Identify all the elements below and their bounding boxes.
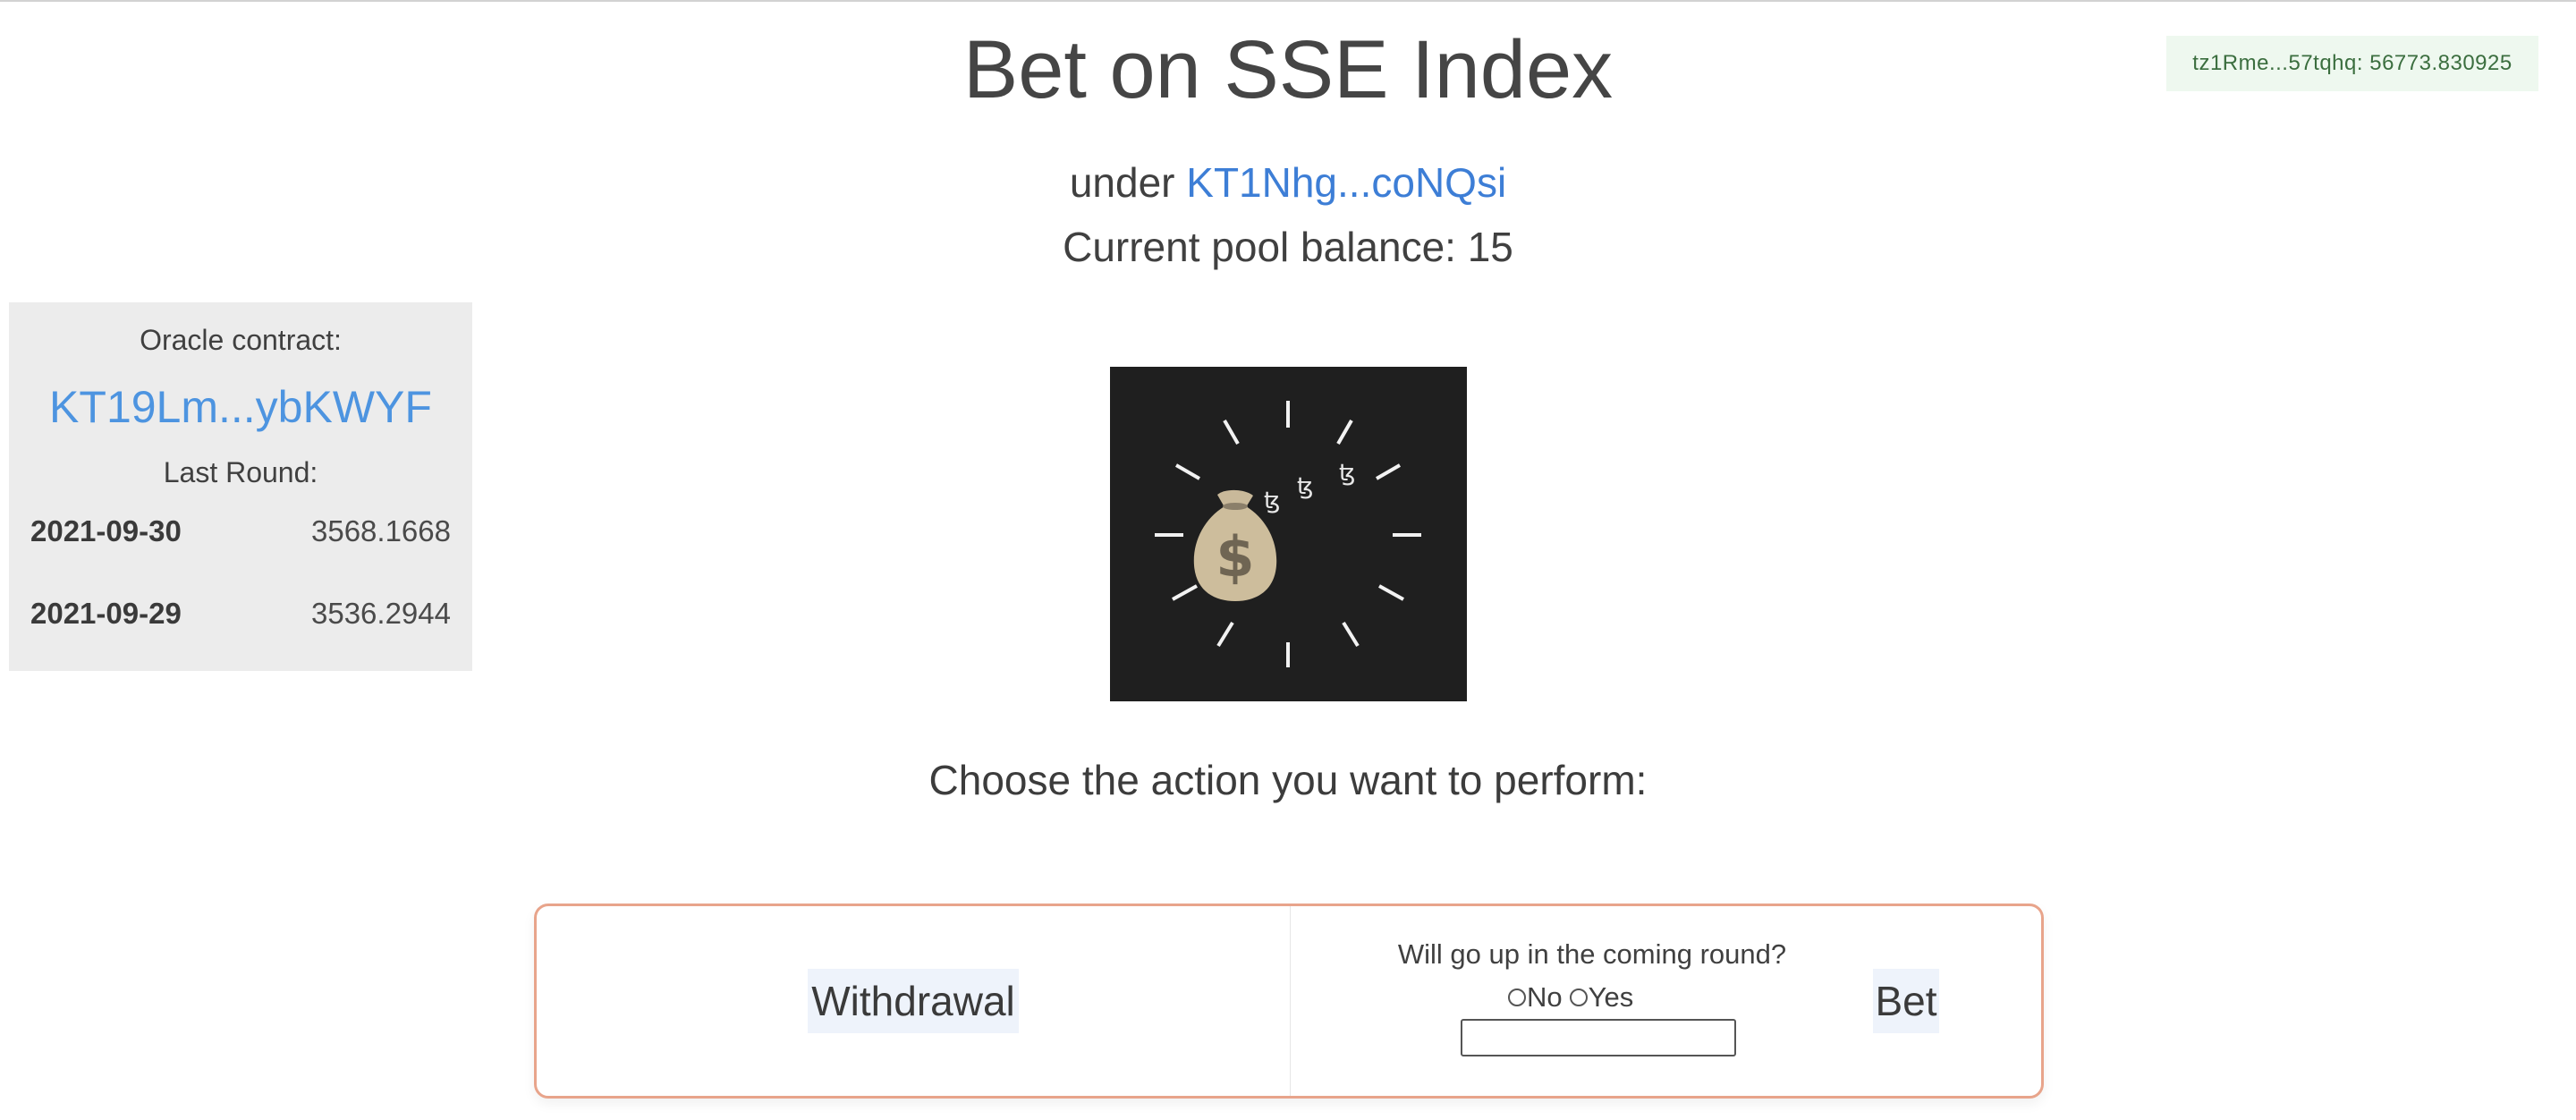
money-bag-icon: ꜩ ꜩ ꜩ $ [1155,401,1421,667]
under-prefix: under [1069,159,1175,206]
main-contract-link[interactable]: KT1Nhg...coNQsi [1186,159,1506,206]
bet-button[interactable]: Bet [1873,969,1939,1033]
option-yes-label: Yes [1588,981,1634,1013]
svg-text:$: $ [1216,524,1254,590]
actions-card: Withdrawal Will go up in the coming roun… [534,904,2044,1099]
coin-glyph: ꜩ [1339,460,1355,487]
withdrawal-button[interactable]: Withdrawal [808,969,1019,1033]
round-row: 2021-09-29 3536.2944 [30,594,451,633]
coin-glyph: ꜩ [1297,473,1313,500]
option-no-label: No [1527,981,1563,1013]
pool-balance: Current pool balance: 15 [1063,224,1513,270]
bet-question: Will go up in the coming round? [1397,938,1787,970]
radio-yes[interactable] [1569,988,1588,1006]
radio-no[interactable] [1508,988,1526,1006]
bet-direction-options: No Yes [1508,980,1633,1015]
card-divider [1290,906,1291,1096]
round-value: 3536.2944 [311,597,451,630]
money-bag-illustration: ꜩ ꜩ ꜩ $ [1110,367,1467,701]
page-title: Bet on SSE Index [962,24,1614,115]
oracle-contract-link[interactable]: KT19Lm...ybKWYF [9,376,472,438]
option-yes[interactable]: Yes [1569,980,1634,1015]
round-date: 2021-09-29 [30,597,182,630]
oracle-panel: Oracle contract: KT19Lm...ybKWYF Last Ro… [9,302,472,671]
contract-subtitle: under KT1Nhg...coNQsi [0,156,2576,209]
bet-amount-input[interactable] [1461,1019,1736,1056]
top-border [0,0,2576,2]
option-no[interactable]: No [1508,980,1563,1015]
last-round-label: Last Round: [163,456,318,488]
round-value: 3568.1668 [311,514,451,547]
round-date: 2021-09-30 [30,514,182,547]
round-row: 2021-09-30 3568.1668 [30,512,451,551]
action-prompt: Choose the action you want to perform: [928,757,1648,803]
coin-glyph: ꜩ [1264,488,1280,514]
oracle-contract-label: Oracle contract: [140,324,342,356]
